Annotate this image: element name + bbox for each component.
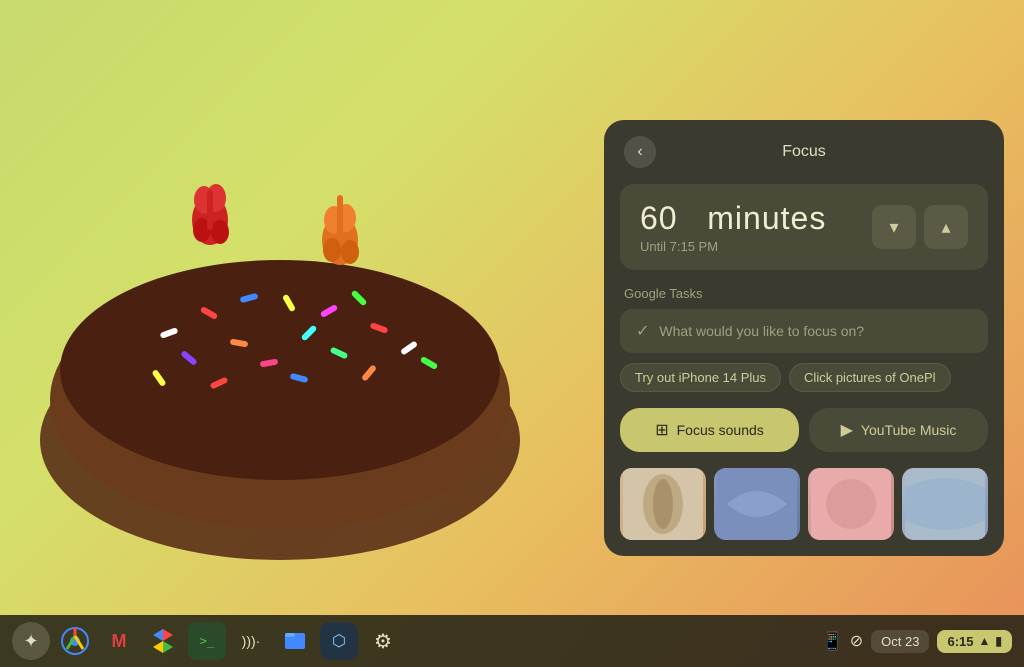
- thumbnail-1[interactable]: [620, 468, 706, 540]
- time-info: 60 minutes Until 7:15 PM: [640, 200, 826, 254]
- task-chip-1[interactable]: Try out iPhone 14 Plus: [620, 363, 781, 392]
- task-input-placeholder: What would you like to focus on?: [659, 323, 864, 339]
- back-button[interactable]: ‹: [624, 136, 656, 168]
- date-chip[interactable]: Oct 23: [871, 630, 929, 653]
- wallpaper-art: [0, 0, 620, 615]
- photos-icon: [149, 627, 177, 655]
- time-chip[interactable]: 6:15 ▲ ▮: [937, 630, 1012, 653]
- youtube-music-button[interactable]: ▶ YouTube Music: [809, 408, 988, 452]
- task-input-wrapper[interactable]: ✓ What would you like to focus on?: [620, 309, 988, 353]
- dnd-icon[interactable]: ⊘: [850, 631, 863, 651]
- chrome-app[interactable]: [56, 622, 94, 660]
- thumbnail-4[interactable]: [902, 468, 988, 540]
- phone-icon[interactable]: 📱: [821, 631, 843, 652]
- time-section: 60 minutes Until 7:15 PM ▾ ▴: [620, 184, 988, 270]
- cast-app[interactable]: )))·: [232, 622, 270, 660]
- focus-panel-title: Focus: [782, 143, 826, 161]
- terminal-app[interactable]: >_: [188, 622, 226, 660]
- files-app[interactable]: [276, 622, 314, 660]
- launcher-app[interactable]: ✦: [12, 622, 50, 660]
- thumbnail-3[interactable]: [808, 468, 894, 540]
- chrome-icon: [61, 627, 89, 655]
- minutes-value: 60: [640, 200, 678, 236]
- time-display: 60 minutes: [640, 200, 826, 237]
- settings-app[interactable]: ⚙: [364, 622, 402, 660]
- decrease-time-button[interactable]: ▾: [872, 205, 916, 249]
- music-section: ⊞ Focus sounds ▶ YouTube Music: [620, 408, 988, 452]
- focus-panel: ‹ Focus 60 minutes Until 7:15 PM ▾ ▴ Goo…: [604, 120, 1004, 556]
- minutes-unit: minutes: [707, 200, 826, 236]
- wifi-icon: ▲: [979, 634, 991, 648]
- taskbar: ✦ M >_: [0, 615, 1024, 667]
- launcher-icon: ✦: [23, 631, 38, 652]
- thumbnails-section: [620, 468, 988, 540]
- time-until: Until 7:15 PM: [640, 239, 826, 254]
- settings-icon: ⚙: [374, 629, 392, 654]
- time-controls: ▾ ▴: [872, 205, 968, 249]
- task-chip-2[interactable]: Click pictures of OnePl: [789, 363, 951, 392]
- tasks-label: Google Tasks: [620, 286, 988, 301]
- terminal-icon: >_: [200, 634, 214, 648]
- youtube-label: YouTube Music: [861, 422, 956, 438]
- focus-sounds-icon: ⊞: [655, 420, 668, 440]
- task-check-icon: ✓: [636, 321, 649, 341]
- gmail-app[interactable]: M: [100, 622, 138, 660]
- files-icon: [281, 627, 309, 655]
- gmail-icon: M: [112, 631, 127, 652]
- focus-sounds-button[interactable]: ⊞ Focus sounds: [620, 408, 799, 452]
- task-chips: Try out iPhone 14 Plus Click pictures of…: [620, 363, 988, 392]
- battery-icon: ▮: [995, 634, 1002, 648]
- lab-icon: ⬡: [332, 631, 346, 651]
- increase-time-button[interactable]: ▴: [924, 205, 968, 249]
- taskbar-tray: 📱 ⊘ Oct 23 6:15 ▲ ▮: [821, 630, 1012, 653]
- youtube-icon: ▶: [841, 420, 853, 440]
- taskbar-apps: ✦ M >_: [12, 622, 402, 660]
- thumbnail-2[interactable]: [714, 468, 800, 540]
- tasks-section: Google Tasks ✓ What would you like to fo…: [620, 286, 988, 392]
- photos-app[interactable]: [144, 622, 182, 660]
- system-tray: 📱 ⊘: [821, 631, 863, 652]
- focus-panel-header: ‹ Focus: [604, 120, 1004, 184]
- cast-icon: )))·: [242, 633, 261, 649]
- clock-time: 6:15: [947, 634, 973, 649]
- lab-app[interactable]: ⬡: [320, 622, 358, 660]
- focus-sounds-label: Focus sounds: [677, 422, 764, 438]
